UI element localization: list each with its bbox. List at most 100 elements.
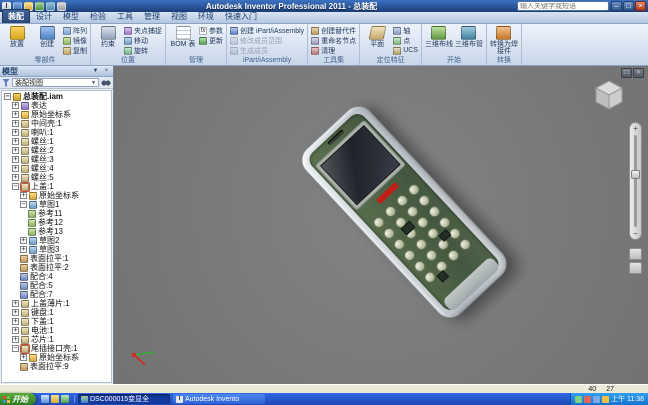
expand-icon[interactable]: +	[20, 192, 27, 199]
rotate-button[interactable]: 旋转	[124, 46, 162, 55]
axis-button[interactable]: 轴	[393, 26, 418, 35]
tree-item[interactable]: 配合:5	[4, 281, 111, 290]
browser-close-icon[interactable]: ×	[102, 68, 111, 74]
tree-item[interactable]: + 螺丝:1	[4, 137, 111, 146]
ipart-create-button[interactable]: 创建 iPart/iAssembly	[230, 26, 304, 35]
place-button[interactable]: 放置	[3, 25, 31, 48]
constrain-button[interactable]: 约束	[94, 25, 122, 48]
taskbar-task-inventor[interactable]: I Autodesk Invento	[173, 394, 265, 404]
zoom-slider[interactable]: + −	[629, 122, 642, 240]
view-cube[interactable]	[592, 78, 626, 117]
tree-item[interactable]: 表面拉平:2	[4, 263, 111, 272]
tree-item[interactable]: 配合:4	[4, 272, 111, 281]
expand-icon[interactable]: +	[12, 309, 19, 316]
phone-assembly-model[interactable]	[294, 99, 514, 325]
graphics-viewport[interactable]: □ × + −	[114, 66, 648, 384]
expand-icon[interactable]: +	[20, 354, 27, 361]
expand-icon[interactable]: +	[20, 246, 27, 253]
search-icon[interactable]	[101, 78, 111, 87]
piping-button[interactable]: 三维布管	[455, 25, 483, 48]
browser-view-dropdown[interactable]: 装配视图 ▼	[12, 78, 99, 87]
help-search-input[interactable]	[520, 2, 606, 10]
tree-item[interactable]: + 下盖:1	[4, 317, 111, 326]
tree-item[interactable]: − 总装配.iam	[4, 92, 111, 101]
ribbon-tab-工具[interactable]: 工具	[112, 10, 138, 23]
zoom-handle[interactable]	[631, 169, 640, 179]
tray-icon[interactable]	[575, 395, 583, 403]
substitute-button[interactable]: 创建替代件	[311, 26, 356, 35]
tray-icon[interactable]	[602, 395, 610, 403]
zoom-in-icon[interactable]: +	[633, 123, 638, 134]
expand-icon[interactable]: +	[12, 156, 19, 163]
tree-item[interactable]: + 喇叭:1	[4, 128, 111, 137]
tree-item[interactable]: 表面拉平:9	[4, 362, 111, 371]
copy-button[interactable]: 复制	[63, 46, 87, 55]
doc-restore-button[interactable]: □	[621, 68, 632, 78]
pattern-button[interactable]: 阵列	[63, 26, 87, 35]
tray-icon[interactable]	[584, 395, 592, 403]
expand-icon[interactable]: +	[12, 174, 19, 181]
zoom-out-icon[interactable]: −	[633, 228, 638, 239]
ribbon-tab-模型[interactable]: 模型	[58, 10, 84, 23]
collapse-icon[interactable]: −	[4, 93, 11, 100]
expand-icon[interactable]: +	[12, 147, 19, 154]
ribbon-tab-检验[interactable]: 检验	[85, 10, 111, 23]
quick-launch-icon[interactable]	[61, 395, 69, 403]
rename-button[interactable]: 重命名节点	[311, 36, 356, 45]
ribbon-tab-管理[interactable]: 管理	[139, 10, 165, 23]
expand-icon[interactable]: +	[12, 120, 19, 127]
ribbon-tab-设计[interactable]: 设计	[31, 10, 57, 23]
move-button[interactable]: 移动	[124, 36, 162, 45]
expand-icon[interactable]: +	[12, 138, 19, 145]
mirror-button[interactable]: 镜像	[63, 36, 87, 45]
tree-item[interactable]: + 螺丝:4	[4, 164, 111, 173]
expand-icon[interactable]: +	[12, 111, 19, 118]
tree-item[interactable]: + 中间壳:1	[4, 119, 111, 128]
ribbon-tab-装配[interactable]: 装配	[2, 9, 30, 23]
maximize-button[interactable]: □	[623, 1, 634, 11]
quick-launch-icon[interactable]	[41, 395, 49, 403]
quick-launch-icon[interactable]	[51, 395, 59, 403]
collapse-icon[interactable]: −	[12, 183, 19, 190]
minimize-button[interactable]: –	[611, 1, 622, 11]
expand-icon[interactable]: +	[12, 336, 19, 343]
zoom-track[interactable]	[631, 135, 640, 227]
doc-close-button[interactable]: ×	[633, 68, 644, 78]
pan-tool-button[interactable]	[629, 248, 642, 260]
browser-dropdown-icon[interactable]: ▼	[91, 68, 100, 74]
expand-icon[interactable]: +	[20, 237, 27, 244]
grip-snap-button[interactable]: 夹点捕捉	[124, 26, 162, 35]
help-search-box[interactable]	[517, 1, 609, 11]
taskbar-task-photo[interactable]: DSC000015变显全	[78, 394, 170, 404]
ucs-button[interactable]: UCS	[393, 46, 418, 55]
expand-icon[interactable]: +	[12, 327, 19, 334]
harness-button[interactable]: 三维布线	[425, 25, 453, 48]
orbit-tool-button[interactable]	[629, 262, 642, 274]
expand-icon[interactable]: +	[12, 300, 19, 307]
ribbon-tab-快速入门[interactable]: 快速入门	[220, 10, 262, 23]
tree-item[interactable]: + 键盘:1	[4, 308, 111, 317]
point-button[interactable]: 点	[393, 36, 418, 45]
expand-icon[interactable]: +	[12, 102, 19, 109]
collapse-icon[interactable]: −	[12, 345, 19, 352]
expand-icon[interactable]: +	[12, 318, 19, 325]
parameters-button[interactable]: fx 参数	[199, 26, 223, 35]
plane-button[interactable]: 平面	[363, 25, 391, 48]
weldment-button[interactable]: 转换为焊接件	[490, 25, 518, 55]
browser-header[interactable]: 模型 ▼ ×	[0, 66, 113, 77]
tree-item[interactable]: + 螺丝:5	[4, 173, 111, 182]
ribbon-tab-环境[interactable]: 环境	[193, 10, 219, 23]
tree-item[interactable]: + 螺丝:3	[4, 155, 111, 164]
bom-button[interactable]: BOM 表	[169, 25, 197, 48]
update-button[interactable]: 更新	[199, 36, 223, 45]
cleanup-button[interactable]: 清理	[311, 46, 356, 55]
start-button[interactable]: 开始	[0, 393, 36, 405]
close-button[interactable]: ×	[635, 1, 646, 11]
expand-icon[interactable]: +	[12, 129, 19, 136]
filter-icon[interactable]	[2, 78, 10, 87]
create-button[interactable]: 创建	[33, 25, 61, 48]
ribbon-tab-视图[interactable]: 视图	[166, 10, 192, 23]
expand-icon[interactable]: +	[12, 165, 19, 172]
tree-item[interactable]: + 电池:1	[4, 326, 111, 335]
tray-icon[interactable]	[593, 395, 601, 403]
